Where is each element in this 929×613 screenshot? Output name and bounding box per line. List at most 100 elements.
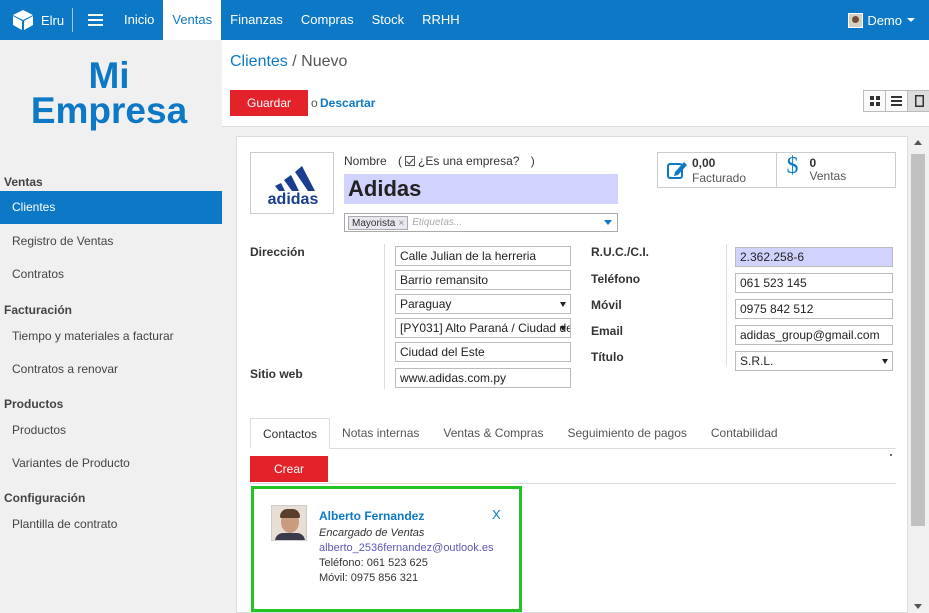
sidebar-section-facturacion: Facturación	[4, 303, 73, 317]
sales-button[interactable]: $ 0 Ventas	[777, 153, 896, 187]
save-button[interactable]: Guardar	[230, 90, 308, 116]
contact-divider	[726, 244, 727, 366]
nav-rrhh[interactable]: RRHH	[413, 0, 469, 40]
mobile-input[interactable]: 0975 842 512	[735, 299, 893, 319]
brand[interactable]: Elru	[0, 0, 72, 40]
name-input[interactable]: Adidas	[344, 174, 618, 204]
phone-label: Teléfono	[591, 272, 641, 286]
sidebar-item-tiempo-materiales[interactable]: Tiempo y materiales a facturar	[0, 320, 222, 353]
breadcrumb: Clientes / Nuevo	[230, 53, 347, 71]
tag-remove-icon[interactable]: ×	[398, 218, 404, 229]
scroll-down-icon[interactable]	[914, 604, 922, 609]
chevron-down-icon	[907, 18, 915, 22]
street2-input[interactable]: Barrio remansito	[395, 270, 571, 290]
sidebar-item-contratos-renovar[interactable]: Contratos a renovar	[0, 353, 222, 386]
view-switcher	[863, 90, 929, 112]
website-label: Sitio web	[250, 367, 303, 381]
chevron-down-icon	[882, 359, 888, 364]
menu-toggle-icon[interactable]	[81, 0, 109, 40]
list-view-icon[interactable]	[886, 91, 908, 111]
title-label: Título	[591, 350, 624, 364]
scroll-up-icon[interactable]	[914, 140, 922, 145]
sidebar-section-ventas: Ventas	[4, 175, 43, 189]
adidas-logo-icon: adidas	[268, 166, 319, 208]
breadcrumb-current: Nuevo	[301, 53, 348, 70]
state-select[interactable]: [PY031] Alto Paraná / Ciudad del Este	[395, 318, 571, 338]
sidebar-section-productos: Productos	[4, 397, 64, 411]
is-company-paren-open: (	[398, 154, 403, 168]
address-label: Dirección	[250, 245, 305, 259]
contact-avatar	[271, 505, 307, 541]
form-view-icon[interactable]	[908, 91, 929, 111]
company-logo-line1: Mi	[88, 55, 130, 96]
svg-text:adidas: adidas	[268, 191, 319, 208]
main-content: Clientes / Nuevo Guardar o Descartar adi…	[222, 40, 929, 613]
contact-email[interactable]: alberto_2536fernandez@outlook.es	[319, 542, 493, 554]
tab-contactos[interactable]: Contactos	[250, 418, 331, 449]
invoice-edit-icon	[667, 162, 687, 179]
tab-contabilidad[interactable]: Contabilidad	[699, 418, 790, 449]
ruc-input[interactable]: 2.362.258-6	[735, 247, 893, 267]
tags-input[interactable]: Mayorista × Etiquetas...	[344, 213, 618, 232]
mobile-label: Móvil	[591, 298, 622, 312]
tab-seguimiento-pagos[interactable]: Seguimiento de pagos	[555, 418, 698, 449]
notebook-tabs: Contactos Notas internas Ventas & Compra…	[250, 418, 896, 449]
scrollbar[interactable]	[909, 136, 927, 613]
user-name: Demo	[867, 12, 902, 28]
email-label: Email	[591, 324, 624, 338]
user-avatar	[848, 12, 864, 28]
tags-placeholder: Etiquetas...	[412, 217, 463, 228]
name-label: Nombre (¿Es una empresa? )	[344, 154, 535, 168]
tags-dropdown-icon[interactable]	[604, 220, 612, 225]
sidebar-item-productos[interactable]: Productos	[0, 414, 222, 447]
sidebar-item-registro-ventas[interactable]: Registro de Ventas	[0, 225, 222, 258]
phone-input[interactable]: 061 523 145	[735, 273, 893, 293]
discard-link[interactable]: Descartar	[320, 96, 375, 110]
top-navbar: Elru Inicio Ventas Finanzas Compras Stoc…	[0, 0, 929, 40]
website-input[interactable]: www.adidas.com.py	[395, 368, 571, 388]
sidebar-item-variantes[interactable]: Variantes de Producto	[0, 447, 222, 480]
tab-notas-internas[interactable]: Notas internas	[330, 418, 431, 449]
dot	[890, 454, 892, 456]
remove-contact-icon[interactable]: X	[492, 507, 501, 522]
company-logo-line2: Empresa	[30, 90, 188, 131]
nav-finanzas[interactable]: Finanzas	[221, 0, 292, 40]
is-company-label: ¿Es una empresa?	[418, 154, 520, 168]
tab-ventas-compras[interactable]: Ventas & Compras	[431, 418, 555, 449]
email-input[interactable]: adidas_group@gmail.com	[735, 325, 893, 345]
or-text: o	[311, 96, 318, 110]
invoiced-button[interactable]: 0,00 Facturado	[658, 153, 777, 187]
nav-ventas[interactable]: Ventas	[163, 0, 222, 40]
company-image[interactable]: adidas	[250, 152, 334, 214]
tab-content-divider	[250, 483, 896, 484]
sidebar-item-plantilla-contrato[interactable]: Plantilla de contrato	[0, 508, 222, 541]
nav-compras[interactable]: Compras	[292, 0, 363, 40]
city-input[interactable]: Ciudad del Este	[395, 342, 571, 362]
nav-stock[interactable]: Stock	[363, 0, 414, 40]
brand-name: Elru	[41, 12, 65, 28]
dollar-icon: $	[786, 153, 799, 179]
chevron-down-icon	[560, 302, 566, 307]
contact-phone: Teléfono: 061 523 625	[319, 557, 428, 569]
sidebar-section-configuracion: Configuración	[4, 491, 86, 505]
street-input[interactable]: Calle Julian de la herreria	[395, 246, 571, 266]
is-company-checkbox[interactable]	[405, 156, 416, 166]
contact-mobile: Móvil: 0975 856 321	[319, 572, 419, 584]
kanban-view-icon[interactable]	[864, 91, 886, 111]
ruc-label: R.U.C./C.I.	[591, 245, 650, 259]
country-select[interactable]: Paraguay	[395, 294, 571, 314]
user-menu[interactable]: Demo	[848, 0, 915, 40]
breadcrumb-clientes[interactable]: Clientes	[230, 53, 288, 70]
contact-name[interactable]: Alberto Fernandez	[319, 509, 424, 523]
tag-mayorista: Mayorista ×	[348, 215, 409, 230]
nav-inicio[interactable]: Inicio	[115, 0, 163, 40]
contact-role: Encargado de Ventas	[319, 527, 425, 539]
title-select[interactable]: S.R.L.	[735, 351, 893, 371]
is-company-paren-close: )	[530, 154, 535, 168]
create-contact-button[interactable]: Crear	[250, 456, 328, 482]
sidebar-item-clientes[interactable]: Clientes	[0, 191, 222, 224]
brand-divider	[72, 8, 73, 32]
scroll-thumb[interactable]	[911, 154, 925, 526]
sidebar-item-contratos[interactable]: Contratos	[0, 258, 222, 291]
contact-card[interactable]: Alberto Fernandez X Encargado de Ventas …	[251, 486, 522, 612]
